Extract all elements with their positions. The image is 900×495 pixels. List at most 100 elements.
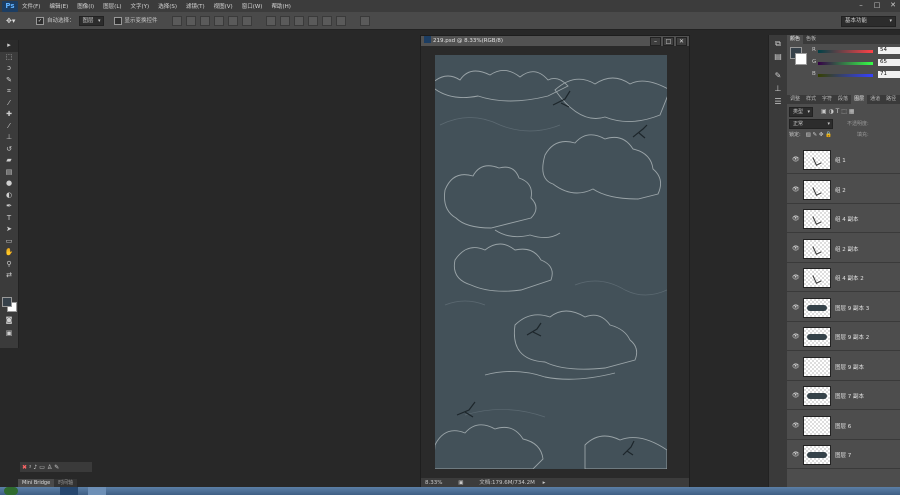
layer-name[interactable]: 组 2 副本 xyxy=(835,245,859,253)
marquee-tool-icon[interactable]: ⬚ xyxy=(0,52,18,64)
bridge-tool-icon-1[interactable]: ᶾ xyxy=(29,464,31,471)
distribute-vcenter-icon[interactable] xyxy=(279,15,290,26)
quick-mask-icon[interactable]: ◙ xyxy=(0,315,18,327)
move-tool-icon[interactable]: ✥▾ xyxy=(6,17,26,25)
red-x-icon[interactable]: ✖ xyxy=(22,464,27,471)
visibility-eye-icon[interactable]: 👁 xyxy=(792,186,800,193)
doc-close-icon[interactable]: ✕ xyxy=(676,37,687,46)
layer-row[interactable]: 👁 组 4 副本 2 xyxy=(787,263,900,292)
layer-row[interactable]: 👁 组 1 xyxy=(787,145,900,174)
menu-file[interactable]: 文件(F) xyxy=(22,2,40,10)
menu-window[interactable]: 窗口(W) xyxy=(242,2,263,10)
start-button-icon[interactable] xyxy=(4,487,18,495)
green-slider-track[interactable] xyxy=(818,62,873,65)
gradient-tool-icon[interactable]: ▤ xyxy=(0,167,18,179)
bridge-tool-icon-3[interactable]: ▭ xyxy=(39,464,45,471)
layer-row[interactable]: 👁 图层 9 副本 2 xyxy=(787,322,900,351)
healing-brush-tool-icon[interactable]: ✚ xyxy=(0,109,18,121)
taskbar-app-icon[interactable] xyxy=(88,487,106,495)
bridge-tool-icon-4[interactable]: ♙ xyxy=(47,464,52,471)
auto-select-checkbox[interactable]: ✓ 自动选择： xyxy=(36,16,75,25)
close-icon[interactable]: ✕ xyxy=(888,1,898,10)
menu-select[interactable]: 选择(S) xyxy=(158,2,177,10)
screen-mode-icon[interactable]: ▣ xyxy=(0,328,18,340)
hand-tool-icon[interactable]: ✋ xyxy=(0,247,18,259)
eraser-tool-icon[interactable]: ▰ xyxy=(0,155,18,167)
tool-presets-icon[interactable]: ☰ xyxy=(769,95,787,108)
crop-tool-icon[interactable]: ⌗ xyxy=(0,86,18,98)
history-brush-tool-icon[interactable]: ↺ xyxy=(0,144,18,156)
status-arrow-icon[interactable]: ▸ xyxy=(543,480,546,486)
auto-align-icon[interactable] xyxy=(359,15,370,26)
tab-layers[interactable]: 图层 xyxy=(851,95,868,104)
visibility-eye-icon[interactable]: 👁 xyxy=(792,422,800,429)
swap-colors-icon[interactable]: ⇄ xyxy=(0,270,18,282)
type-tool-icon[interactable]: T xyxy=(0,213,18,225)
layer-name[interactable]: 组 4 副本 2 xyxy=(835,274,864,282)
blue-slider[interactable]: B 71 xyxy=(812,71,900,79)
layer-thumbnail[interactable] xyxy=(803,179,831,200)
clone-source-panel-icon[interactable]: ⊥ xyxy=(769,82,787,95)
tab-channels[interactable]: 通道 xyxy=(867,95,883,104)
align-hcenter-icon[interactable] xyxy=(227,15,238,26)
visibility-eye-icon[interactable]: 👁 xyxy=(792,274,800,281)
tab-swatches[interactable]: 色板 xyxy=(803,35,819,44)
layer-row[interactable]: 👁 图层 9 副本 3 xyxy=(787,293,900,322)
visibility-eye-icon[interactable]: 👁 xyxy=(792,451,800,458)
tab-adjustments[interactable]: 调整 xyxy=(787,95,803,104)
tab-color[interactable]: 颜色 xyxy=(787,35,804,44)
layer-row[interactable]: 👁 组 4 副本 xyxy=(787,204,900,233)
layer-thumbnail[interactable] xyxy=(803,238,831,259)
lasso-tool-icon[interactable]: ↄ xyxy=(0,63,18,75)
panel-background-swatch[interactable] xyxy=(795,53,807,65)
layer-name[interactable]: 图层 9 副本 3 xyxy=(835,304,869,312)
eyedropper-tool-icon[interactable]: ⁄ xyxy=(0,98,18,110)
layer-row[interactable]: 👁 组 2 副本 xyxy=(787,234,900,263)
red-slider-track[interactable] xyxy=(818,50,873,53)
layer-name[interactable]: 图层 9 副本 xyxy=(835,363,864,371)
layer-name[interactable]: 组 4 副本 xyxy=(835,215,859,223)
layer-row[interactable]: 👁 图层 9 副本 xyxy=(787,352,900,381)
distribute-top-icon[interactable] xyxy=(265,15,276,26)
tab-paragraph[interactable]: 段落 xyxy=(835,95,851,104)
distribute-left-icon[interactable] xyxy=(307,15,318,26)
layer-row[interactable]: 👁 图层 6 xyxy=(787,411,900,440)
align-top-icon[interactable] xyxy=(171,15,182,26)
properties-panel-icon[interactable]: ▤ xyxy=(769,50,787,63)
quick-select-tool-icon[interactable]: ✎ xyxy=(0,75,18,87)
red-slider[interactable]: R 54 xyxy=(812,47,900,55)
bridge-tool-icon-2[interactable]: ♪ xyxy=(33,464,37,471)
align-left-icon[interactable] xyxy=(213,15,224,26)
history-panel-icon[interactable]: ⧉ xyxy=(769,37,787,50)
auto-select-dropdown[interactable]: 图层 xyxy=(78,15,104,26)
blue-value[interactable]: 71 xyxy=(878,71,900,78)
visibility-eye-icon[interactable]: 👁 xyxy=(792,333,800,340)
visibility-eye-icon[interactable]: 👁 xyxy=(792,156,800,163)
lock-icons[interactable]: ▨ ✎ ✥ 🔒 xyxy=(806,132,833,138)
minimize-icon[interactable]: – xyxy=(856,1,866,10)
dodge-tool-icon[interactable]: ◐ xyxy=(0,190,18,202)
workspace-dropdown[interactable]: 基本功能 xyxy=(841,16,896,27)
visibility-eye-icon[interactable]: 👁 xyxy=(792,245,800,252)
bridge-tool-icon-5[interactable]: ✎ xyxy=(54,464,59,471)
foreground-color-swatch[interactable] xyxy=(2,297,12,307)
taskbar-photoshop-icon[interactable] xyxy=(60,487,78,495)
filter-icons[interactable]: ▣ ◑ T ⬚ ▦ xyxy=(821,108,855,115)
layer-thumbnail[interactable] xyxy=(803,356,831,377)
menu-filter[interactable]: 滤镜(T) xyxy=(186,2,205,10)
doc-maximize-icon[interactable]: □ xyxy=(663,37,674,46)
layer-name[interactable]: 组 1 xyxy=(835,156,846,164)
zoom-level[interactable]: 8.33% xyxy=(425,480,442,486)
visibility-eye-icon[interactable]: 👁 xyxy=(792,363,800,370)
menu-view[interactable]: 视图(V) xyxy=(214,2,233,10)
visibility-eye-icon[interactable]: 👁 xyxy=(792,304,800,311)
visibility-eye-icon[interactable]: 👁 xyxy=(792,392,800,399)
layer-thumbnail[interactable] xyxy=(803,297,831,318)
align-right-icon[interactable] xyxy=(241,15,252,26)
tab-character[interactable]: 字符 xyxy=(819,95,835,104)
layer-row[interactable]: 👁 图层 7 xyxy=(787,440,900,469)
tab-timeline[interactable]: 时间轴 xyxy=(54,479,78,487)
layer-thumbnail[interactable] xyxy=(803,209,831,229)
path-select-tool-icon[interactable]: ➤ xyxy=(0,224,18,236)
distribute-bottom-icon[interactable] xyxy=(293,15,304,26)
